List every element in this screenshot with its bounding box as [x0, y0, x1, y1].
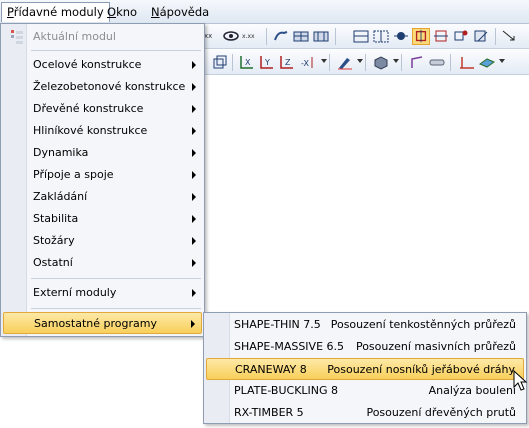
menu-item-timber-structures[interactable]: Dřevěné konstrukce: [3, 98, 202, 120]
menu-item-label: Dynamika: [33, 146, 89, 159]
menu-item-stability[interactable]: Stabilita: [3, 208, 202, 230]
chevron-right-icon: [192, 193, 196, 201]
menu-item-label: Železobetonové konstrukce: [33, 80, 186, 93]
program-name: SHAPE-MASSIVE 6.5: [234, 340, 345, 353]
add-on-modules-menu: Aktuální modul Ocelové konstrukce Železo…: [0, 23, 205, 337]
chevron-right-icon: [192, 83, 196, 91]
arrow-icon[interactable]: [500, 28, 518, 45]
submenu-item-craneway[interactable]: CRANEWAY 8 Posouzení nosníků jeřábové dr…: [206, 358, 524, 380]
program-description: Posouzení tenkostěnných průřezů: [330, 318, 516, 331]
chevron-right-icon: [192, 215, 196, 223]
axis-y-icon[interactable]: Y: [258, 54, 276, 71]
chevron-right-icon: [192, 61, 196, 69]
submenu-item-rx-timber[interactable]: RX-TIMBER 5 Posouzení dřevěných prutů: [206, 402, 524, 424]
svg-text:X: X: [245, 58, 251, 67]
xxx-icon[interactable]: x.xx: [242, 28, 260, 45]
beam-icon[interactable]: [458, 54, 476, 71]
bar-icon[interactable]: [408, 54, 426, 71]
member-icon[interactable]: [352, 28, 370, 45]
program-name: PLATE-BUCKLING 8: [234, 384, 339, 397]
menu-window[interactable]: Okno: [102, 2, 142, 22]
program-description: Posouzení nosníků jeřábové dráhy: [327, 363, 515, 376]
menu-item-label: Zakládání: [33, 190, 88, 203]
axis-x-icon[interactable]: X: [238, 54, 256, 71]
svg-text:Z: Z: [285, 58, 291, 67]
chevron-right-icon: [191, 320, 195, 328]
submenu-item-shape-massive[interactable]: SHAPE-MASSIVE 6.5 Posouzení masivních pr…: [206, 336, 524, 358]
toolbar-bottom: X Y Z -X: [200, 50, 529, 75]
axis-z-icon[interactable]: Z: [278, 54, 296, 71]
program-name: SHAPE-THIN 7.5: [234, 318, 321, 331]
program-name: RX-TIMBER 5: [234, 406, 304, 419]
load-icon[interactable]: [472, 28, 490, 45]
chevron-right-icon: [192, 171, 196, 179]
menu-item-label: Ostatní: [33, 256, 73, 269]
submenu-item-plate-buckling[interactable]: PLATE-BUCKLING 8 Analýza boulení: [206, 380, 524, 402]
svg-text:-X: -X: [301, 59, 309, 68]
hinge-icon[interactable]: [452, 28, 470, 45]
mouse-pointer-icon: [513, 370, 528, 391]
menu-item-label: Externí moduly: [33, 286, 117, 299]
cube-icon[interactable]: [210, 54, 228, 71]
menu-item-aluminium-structures[interactable]: Hliníkové konstrukce: [3, 120, 202, 142]
node-icon[interactable]: [392, 28, 410, 45]
menu-item-connections[interactable]: Přípoje a spoje: [3, 164, 202, 186]
grid2-icon[interactable]: [312, 28, 330, 45]
menu-item-other[interactable]: Ostatní: [3, 252, 202, 274]
menu-add-on-modules[interactable]: Přídavné moduly: [1, 2, 110, 22]
menu-item-label: Dřevěné konstrukce: [33, 102, 144, 115]
chevron-right-icon: [192, 289, 196, 297]
grid3-icon[interactable]: [372, 28, 390, 45]
menu-item-current-module: Aktuální modul: [3, 26, 202, 48]
menu-help[interactable]: Nápověda: [146, 2, 214, 22]
menu-item-label: Ocelové konstrukce: [33, 58, 142, 71]
program-description: Posouzení dřevěných prutů: [366, 406, 516, 419]
current-module-label: Aktuální modul: [33, 30, 116, 43]
menu-item-label: Stožáry: [33, 234, 75, 247]
support-icon[interactable]: [432, 28, 450, 45]
chevron-right-icon: [192, 105, 196, 113]
menu-bar: Přídavné moduly Okno Nápověda: [0, 0, 529, 24]
menu-item-concrete-structures[interactable]: Železobetonové konstrukce: [3, 76, 202, 98]
menu-item-external-modules[interactable]: Externí moduly: [3, 282, 202, 304]
spring-icon[interactable]: [428, 54, 446, 71]
pen-icon[interactable]: [336, 54, 354, 71]
program-description: Analýza boulení: [428, 384, 516, 397]
svg-text:x.xx: x.xx: [242, 33, 255, 40]
chevron-right-icon: [192, 149, 196, 157]
chevron-right-icon: [192, 237, 196, 245]
chevron-right-icon: [192, 127, 196, 135]
menu-item-label: Stabilita: [33, 212, 79, 225]
grid-icon[interactable]: [292, 28, 310, 45]
tool-icon[interactable]: [272, 28, 290, 45]
menu-item-foundations[interactable]: Zakládání: [3, 186, 202, 208]
eye-icon[interactable]: [222, 28, 240, 45]
svg-text:xx: xx: [204, 32, 212, 40]
box-icon[interactable]: [372, 54, 390, 71]
menu-item-standalone-programs[interactable]: Samostatné programy: [3, 312, 202, 334]
axis-neg-x-icon[interactable]: -X: [300, 54, 318, 71]
svg-text:Y: Y: [264, 58, 270, 67]
standalone-programs-submenu: SHAPE-THIN 7.5 Posouzení tenkostěnných p…: [203, 312, 527, 424]
menu-item-label: Přípoje a spoje: [33, 168, 114, 181]
menu-item-label: Hliníkové konstrukce: [33, 124, 148, 137]
chevron-right-icon: [192, 259, 196, 267]
submenu-item-shape-thin[interactable]: SHAPE-THIN 7.5 Posouzení tenkostěnných p…: [206, 314, 524, 336]
current-module-icon: [11, 30, 23, 44]
menu-item-dynamics[interactable]: Dynamika: [3, 142, 202, 164]
support-active-icon[interactable]: [412, 28, 430, 45]
program-name: CRANEWAY 8: [235, 363, 307, 376]
menu-item-towers[interactable]: Stožáry: [3, 230, 202, 252]
menu-item-label: Samostatné programy: [34, 317, 157, 330]
toolbar-top: xx x.xx: [200, 24, 529, 49]
menu-item-steel-structures[interactable]: Ocelové konstrukce: [3, 54, 202, 76]
surface-icon[interactable]: [478, 54, 496, 71]
program-description: Posouzení masivních průřezů: [355, 340, 516, 353]
